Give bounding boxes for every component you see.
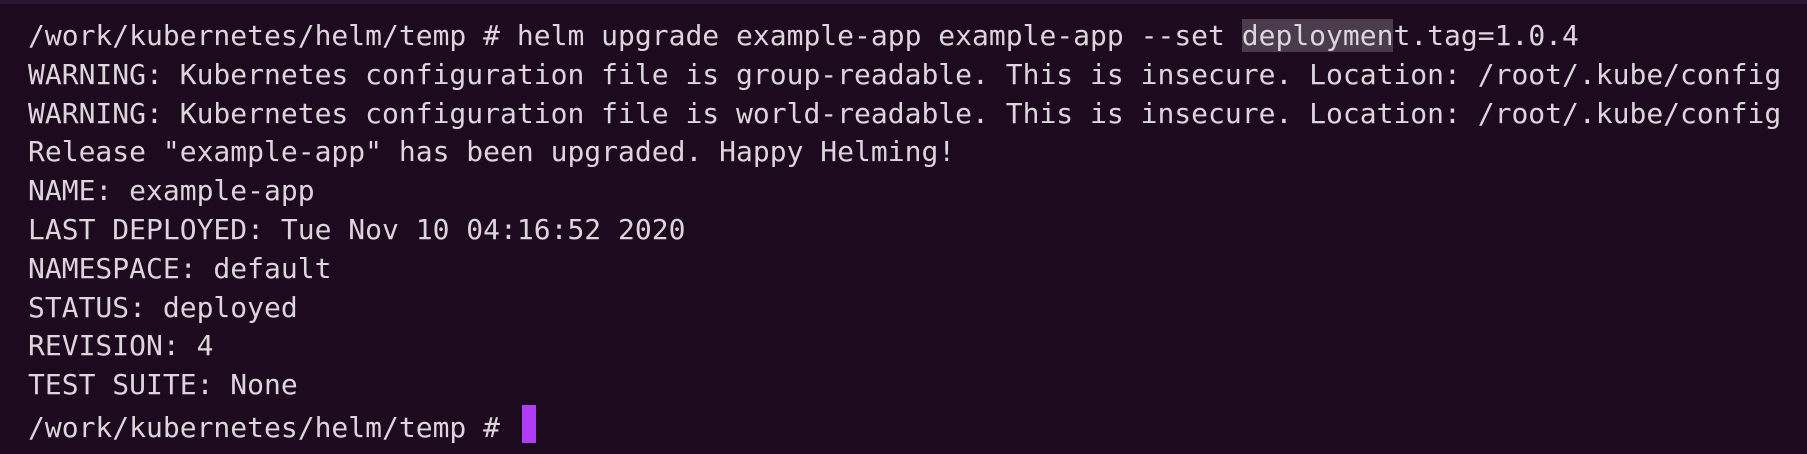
- command-text: helm upgrade example-app example-app --s…: [516, 19, 1242, 52]
- prompt: /work/kubernetes/helm/temp #: [28, 410, 517, 444]
- output-line: NAME: example-app: [28, 174, 315, 208]
- terminal-window[interactable]: /work/kubernetes/helm/temp # helm upgrad…: [0, 0, 1807, 454]
- text-cursor: [521, 404, 536, 443]
- output-line: WARNING: Kubernetes configuration file i…: [28, 57, 1782, 91]
- prompt: /work/kubernetes/helm/temp #: [28, 19, 517, 52]
- output-line: TEST SUITE: None: [28, 368, 298, 402]
- output-line: STATUS: deployed: [28, 290, 298, 324]
- output-line: LAST DEPLOYED: Tue Nov 10 04:16:52 2020: [28, 212, 686, 246]
- output-line: REVISION: 4: [28, 329, 214, 363]
- output-line: WARNING: Kubernetes configuration file i…: [28, 96, 1782, 130]
- current-prompt-line[interactable]: /work/kubernetes/helm/temp #: [28, 404, 1807, 444]
- window-top-edge: [0, 0, 1807, 4]
- command-line: /work/kubernetes/helm/temp # helm upgrad…: [28, 17, 1807, 56]
- text-selection[interactable]: deploymen: [1241, 19, 1394, 52]
- output-line: NAMESPACE: default: [28, 251, 332, 285]
- terminal-output[interactable]: /work/kubernetes/helm/temp # helm upgrad…: [28, 17, 1807, 444]
- output-line: Release "example-app" has been upgraded.…: [28, 135, 956, 169]
- command-text-end: t.tag=1.0.4: [1393, 19, 1579, 52]
